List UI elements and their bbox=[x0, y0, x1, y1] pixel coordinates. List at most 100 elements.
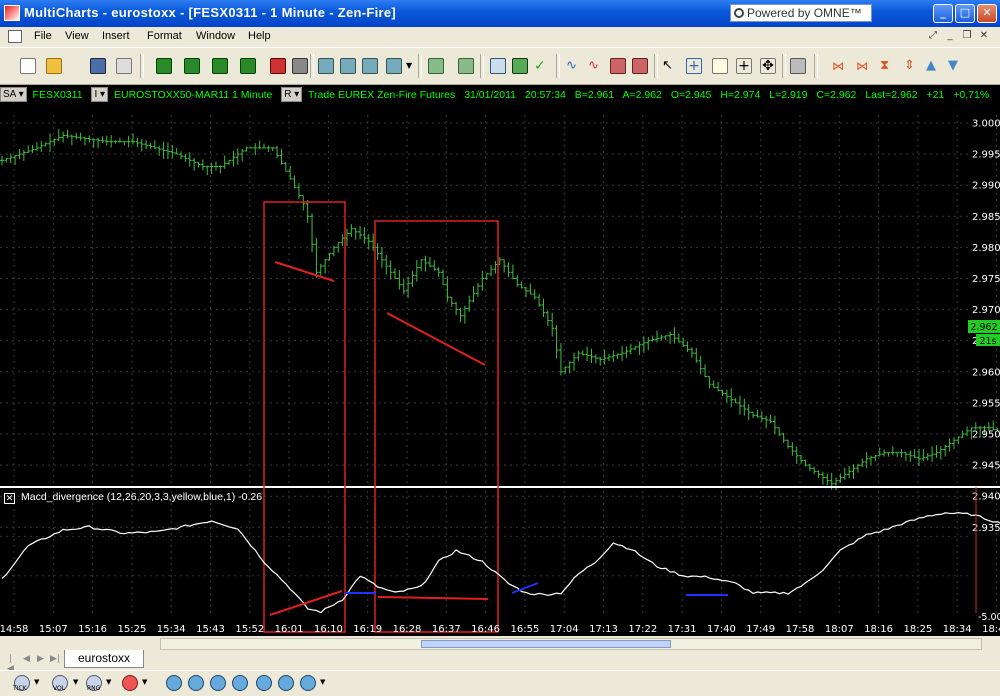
menu-view[interactable]: View bbox=[65, 30, 89, 42]
new-chart-icon[interactable] bbox=[156, 58, 172, 74]
grid-icon[interactable] bbox=[790, 58, 806, 74]
scroll-up-icon[interactable]: ▲ bbox=[926, 58, 942, 74]
resolution-5-icon[interactable] bbox=[256, 675, 272, 691]
time-tick-label: 14:58 bbox=[0, 624, 28, 635]
mdi-restore-icon[interactable]: ❐ bbox=[961, 30, 973, 42]
record-icon[interactable] bbox=[270, 58, 286, 74]
volume-label: VOL bbox=[53, 685, 66, 692]
new-quote-icon[interactable] bbox=[240, 58, 256, 74]
print-icon[interactable] bbox=[116, 58, 132, 74]
new-scanner-icon[interactable] bbox=[184, 58, 200, 74]
price-tick-label: 2.980 bbox=[972, 243, 1000, 254]
minimize-button[interactable]: _ bbox=[933, 4, 953, 23]
next-tab-icon[interactable]: ▶ bbox=[36, 654, 45, 664]
close-button[interactable]: ✕ bbox=[977, 4, 997, 23]
comment-icon[interactable] bbox=[712, 58, 728, 74]
scrollbar-thumb[interactable] bbox=[421, 640, 671, 648]
time-tick-label: 18:25 bbox=[903, 624, 932, 635]
chart-type-icon[interactable] bbox=[318, 58, 334, 74]
open-folder-icon[interactable] bbox=[46, 58, 62, 74]
document-icon[interactable] bbox=[8, 30, 22, 43]
status-date: 31/01/2011 bbox=[464, 89, 516, 101]
seconds-dropdown-icon[interactable]: ▼ bbox=[142, 678, 147, 686]
maximize-button[interactable]: □ bbox=[955, 4, 975, 23]
resolution-4-icon[interactable] bbox=[232, 675, 248, 691]
last-tab-icon[interactable]: ▶| bbox=[50, 654, 60, 664]
resolution-dropdown[interactable]: R ▾ bbox=[281, 87, 303, 102]
symbol-info-dropdown[interactable]: I ▾ bbox=[91, 87, 109, 102]
close-indicator-icon[interactable]: ✕ bbox=[4, 493, 15, 504]
zoom-in-icon[interactable]: + bbox=[736, 58, 752, 74]
seconds-icon[interactable] bbox=[122, 675, 138, 691]
chart-window[interactable]: 3.0002.9952.9902.9852.9802.9752.9702.965… bbox=[0, 85, 1000, 636]
line-chart-icon[interactable] bbox=[386, 58, 402, 74]
price-tick-label: 2.945 bbox=[972, 461, 1000, 472]
volume-dropdown-icon[interactable]: ▼ bbox=[73, 678, 78, 686]
time-tick-label: 16:10 bbox=[314, 624, 343, 635]
scroll-down-icon[interactable]: ▼ bbox=[948, 58, 964, 74]
menu-format[interactable]: Format bbox=[147, 30, 182, 42]
time-tick-label: 17:40 bbox=[707, 624, 736, 635]
menu-insert[interactable]: Insert bbox=[102, 30, 130, 42]
tools-icon[interactable] bbox=[292, 58, 308, 74]
bar-chart-icon[interactable] bbox=[340, 58, 356, 74]
range-dropdown-icon[interactable]: ▼ bbox=[106, 678, 111, 686]
tab-eurostoxx[interactable]: eurostoxx bbox=[64, 650, 144, 668]
highlight-box-2 bbox=[374, 220, 499, 633]
candle-style-icon[interactable] bbox=[512, 58, 528, 74]
price-tick-label: 2.955 bbox=[972, 398, 1000, 409]
study-icon[interactable]: ∿ bbox=[566, 58, 582, 74]
scroll-right-icon[interactable]: ⋈ bbox=[856, 58, 872, 74]
drag-icon[interactable]: ✥ bbox=[760, 58, 776, 74]
signals-icon[interactable] bbox=[610, 58, 626, 74]
toolbar-separator bbox=[310, 54, 314, 78]
scroll-left-icon[interactable]: ⋈ bbox=[832, 58, 848, 74]
format-symbol-icon[interactable] bbox=[428, 58, 444, 74]
macd-marker-2 bbox=[511, 582, 539, 594]
resolution-6-icon[interactable] bbox=[278, 675, 294, 691]
tick-dropdown-icon[interactable]: ▼ bbox=[34, 678, 39, 686]
indicator-axis-label: -5.00 bbox=[978, 612, 1000, 623]
performance-icon[interactable] bbox=[632, 58, 648, 74]
menu-file[interactable]: File bbox=[34, 30, 52, 42]
horizontal-scrollbar[interactable] bbox=[160, 638, 982, 650]
price-tick-label: 2.970 bbox=[972, 305, 1000, 316]
new-icon[interactable] bbox=[20, 58, 36, 74]
mdi-close-icon[interactable]: ✕ bbox=[978, 30, 990, 42]
divergence-line-price-2 bbox=[386, 312, 486, 366]
i-label: I bbox=[94, 89, 98, 100]
bar-style-icon[interactable] bbox=[490, 58, 506, 74]
menu-help[interactable]: Help bbox=[248, 30, 271, 42]
mdi-minimize-icon[interactable]: _ bbox=[944, 30, 956, 42]
menu-window[interactable]: Window bbox=[196, 30, 235, 42]
price-tick-label: 2.960 bbox=[972, 367, 1000, 378]
dropdown-icon[interactable]: ▼ bbox=[406, 58, 414, 74]
zoom-time-icon[interactable]: ⧗ bbox=[880, 58, 896, 74]
resolution-dropdown-icon[interactable]: ▼ bbox=[320, 678, 325, 686]
price-tick-label: 2.985 bbox=[972, 212, 1000, 223]
price-tick-label: 3.000 bbox=[972, 119, 1000, 130]
save-icon[interactable] bbox=[90, 58, 106, 74]
price-chart[interactable]: 3.0002.9952.9902.9852.9802.9752.9702.965… bbox=[0, 85, 1000, 636]
strategy-icon[interactable]: ∿ bbox=[588, 58, 604, 74]
crosshair-icon[interactable]: + bbox=[686, 58, 702, 74]
compress-icon[interactable]: ⇕ bbox=[904, 58, 920, 74]
time-tick-label: 16:01 bbox=[275, 624, 304, 635]
sa-dropdown[interactable]: SA ▾ bbox=[0, 87, 27, 102]
format-indicator-icon[interactable] bbox=[458, 58, 474, 74]
prev-tab-icon[interactable]: ◀ bbox=[22, 654, 31, 664]
mdi-restore-down-icon[interactable]: ⤢ bbox=[927, 30, 939, 42]
symbol: FESX0311 bbox=[32, 89, 83, 101]
resolution-7-icon[interactable] bbox=[300, 675, 316, 691]
new-dom-icon[interactable] bbox=[212, 58, 228, 74]
pointer-icon[interactable]: ↖ bbox=[662, 58, 678, 74]
time-tick-label: 18:16 bbox=[864, 624, 893, 635]
first-tab-icon[interactable]: |◀ bbox=[6, 654, 15, 674]
checkmark-icon[interactable]: ✓ bbox=[534, 58, 550, 74]
workspace-tab-bar: |◀ ◀ ▶ ▶| eurostoxx bbox=[0, 636, 1000, 674]
resolution-3-icon[interactable] bbox=[210, 675, 226, 691]
resolution-1-icon[interactable] bbox=[166, 675, 182, 691]
resolution-2-icon[interactable] bbox=[188, 675, 204, 691]
ask: A=2.962 bbox=[622, 89, 662, 101]
candle-chart-icon[interactable] bbox=[362, 58, 378, 74]
